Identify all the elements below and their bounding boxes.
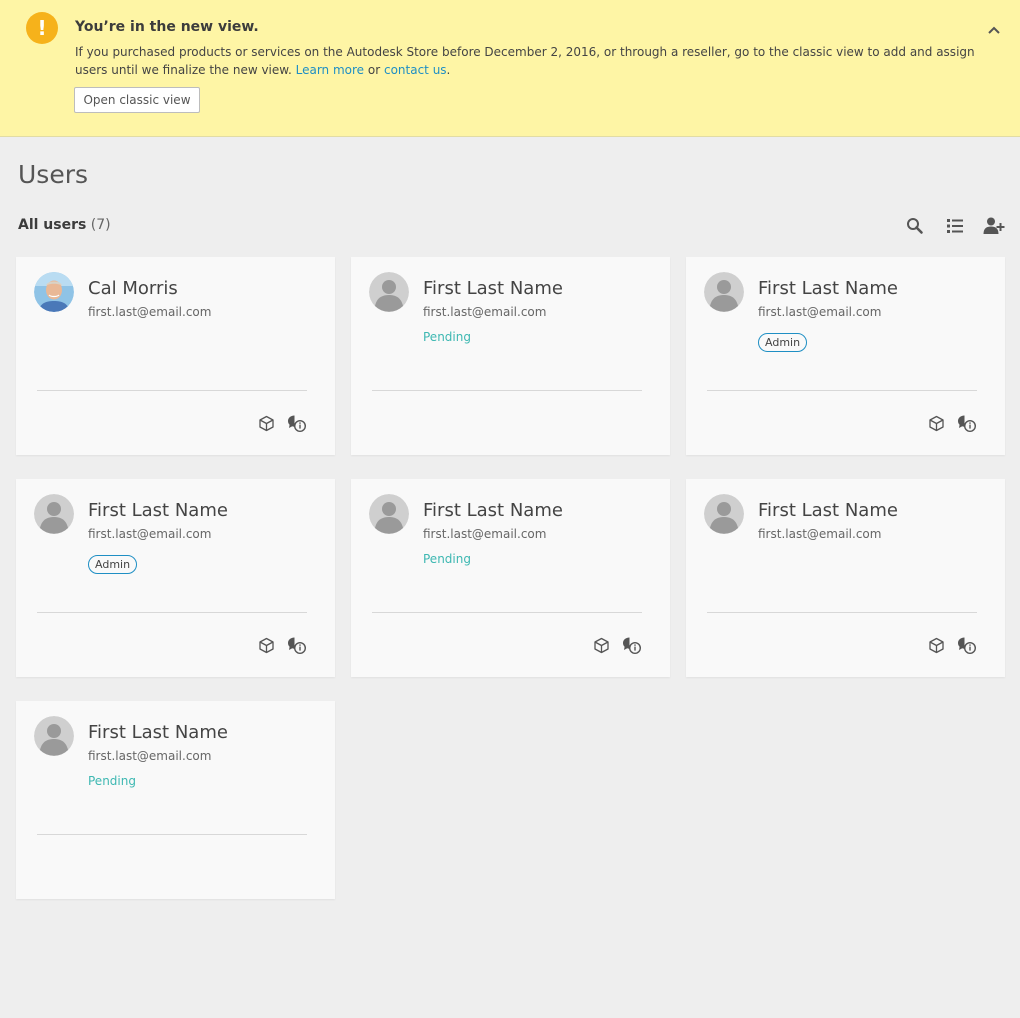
user-email: first.last@email.com — [758, 305, 882, 319]
user-card[interactable]: First Last Name first.last@email.com Pendi… — [351, 257, 670, 455]
banner-or-text: or — [364, 63, 384, 77]
exclamation-icon: ! — [26, 12, 58, 44]
learn-more-link[interactable]: Learn more — [296, 63, 364, 77]
user-email: first.last@email.com — [88, 305, 212, 319]
user-email: first.last@email.com — [88, 749, 212, 763]
user-name[interactable]: Cal Morris — [88, 278, 178, 299]
support-chat-icon[interactable] — [622, 636, 642, 655]
product-box-icon[interactable] — [593, 637, 610, 654]
user-name[interactable]: First Last Name — [423, 500, 563, 521]
user-card[interactable]: First Last Name first.last@email.com Pendi… — [351, 479, 670, 677]
list-view-icon[interactable] — [943, 214, 967, 238]
users-count: (7) — [90, 217, 111, 233]
product-box-icon[interactable] — [928, 637, 945, 654]
user-email: first.last@email.com — [423, 305, 547, 319]
user-name[interactable]: First Last Name — [423, 278, 563, 299]
user-name[interactable]: First Last Name — [88, 500, 228, 521]
support-chat-icon[interactable] — [957, 636, 977, 655]
user-card[interactable]: Cal Morris first.last@email.com — [16, 257, 335, 455]
pending-status: Pending — [423, 330, 471, 344]
user-card[interactable]: First Last Name first.last@email.com Pendi… — [16, 701, 335, 899]
card-divider — [707, 390, 977, 391]
pending-status: Pending — [88, 774, 136, 788]
avatar — [369, 272, 409, 312]
users-filter[interactable]: All users (7) — [18, 217, 111, 233]
product-box-icon[interactable] — [258, 637, 275, 654]
product-box-icon[interactable] — [258, 415, 275, 432]
support-chat-icon[interactable] — [287, 414, 307, 433]
avatar — [704, 494, 744, 534]
card-divider — [37, 390, 307, 391]
card-divider — [372, 390, 642, 391]
open-classic-view-button[interactable]: Open classic view — [74, 87, 200, 113]
avatar — [369, 494, 409, 534]
user-email: first.last@email.com — [758, 527, 882, 541]
banner-message: If you purchased products or services on… — [75, 43, 995, 79]
search-icon[interactable] — [903, 214, 927, 238]
user-card[interactable]: First Last Name first.last@email.com — [686, 479, 1005, 677]
avatar — [704, 272, 744, 312]
card-divider — [372, 612, 642, 613]
user-email: first.last@email.com — [423, 527, 547, 541]
user-name[interactable]: First Last Name — [758, 278, 898, 299]
users-filter-label: All users — [18, 217, 87, 233]
pending-status: Pending — [423, 552, 471, 566]
admin-badge: Admin — [88, 555, 138, 574]
user-name[interactable]: First Last Name — [88, 722, 228, 743]
avatar — [34, 272, 74, 312]
admin-badge: Admin — [758, 333, 808, 352]
card-divider — [37, 834, 307, 835]
user-card[interactable]: First Last Name first.last@email.com Admin — [16, 479, 335, 677]
banner-title: You’re in the new view. — [75, 19, 259, 35]
card-divider — [37, 612, 307, 613]
banner-message-text: If you purchased products or services on… — [75, 45, 975, 77]
user-card[interactable]: First Last Name first.last@email.com Admin — [686, 257, 1005, 455]
support-chat-icon[interactable] — [957, 414, 977, 433]
banner-period: . — [446, 63, 451, 77]
card-divider — [707, 612, 977, 613]
notification-banner: ! You’re in the new view. If you purchas… — [0, 0, 1020, 137]
product-box-icon[interactable] — [928, 415, 945, 432]
page-title: Users — [18, 160, 89, 189]
user-name[interactable]: First Last Name — [758, 500, 898, 521]
avatar — [34, 494, 74, 534]
avatar — [34, 716, 74, 756]
contact-us-link[interactable]: contact us — [384, 63, 447, 77]
user-email: first.last@email.com — [88, 527, 212, 541]
add-user-icon[interactable] — [982, 214, 1006, 238]
chevron-up-icon[interactable] — [985, 22, 1003, 38]
support-chat-icon[interactable] — [287, 636, 307, 655]
